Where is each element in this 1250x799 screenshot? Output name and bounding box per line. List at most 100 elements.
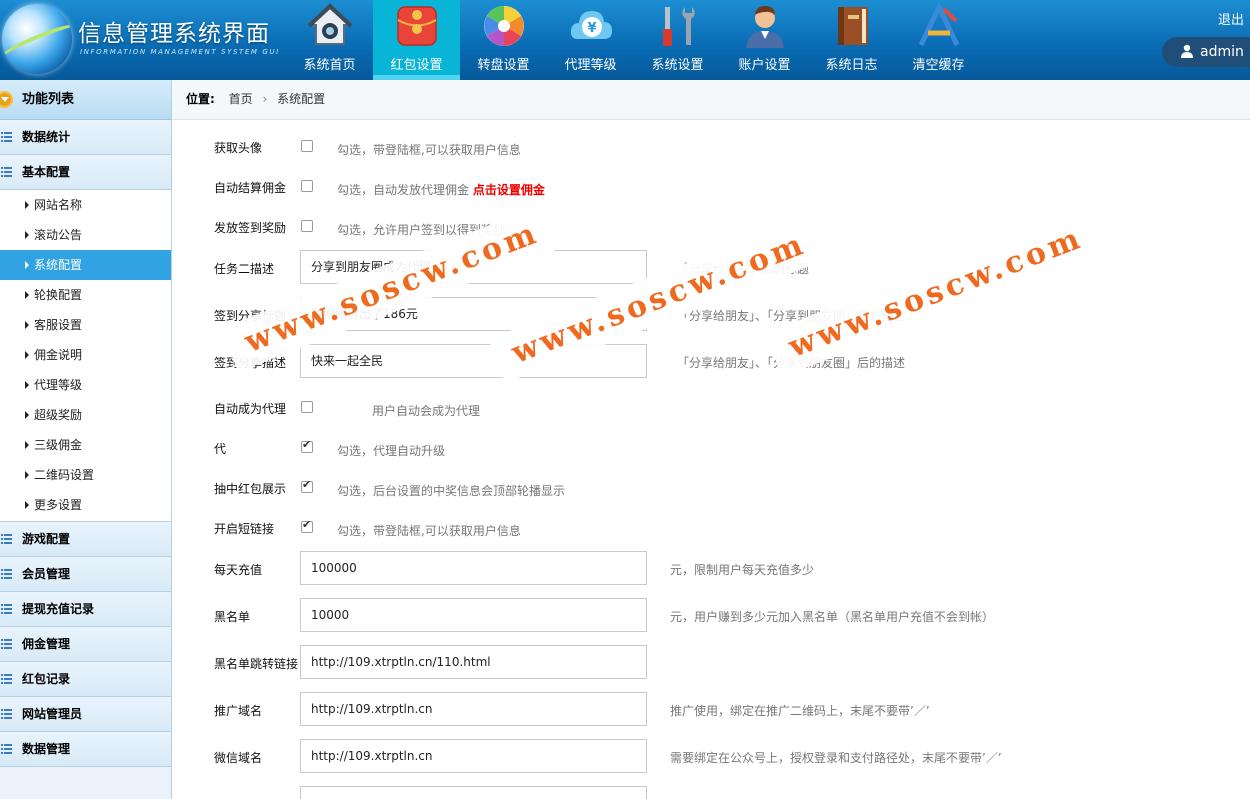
- nav-system-log[interactable]: 系统日志: [808, 0, 895, 80]
- prize-checkbox[interactable]: [301, 478, 313, 493]
- blacklist-label: 黑名单: [214, 610, 251, 624]
- app-title: 信息管理系统界面: [78, 21, 270, 47]
- nav-label: 转盘设置: [477, 58, 530, 73]
- sidebar-item-rotation[interactable]: 轮换配置: [0, 280, 171, 310]
- nav-system-settings[interactable]: 系统设置: [634, 0, 721, 80]
- signin-checkbox[interactable]: [301, 220, 313, 232]
- list-icon: [1, 604, 12, 614]
- wechat-label: 微信域名: [214, 751, 263, 765]
- sidebar-item-system-config[interactable]: 系统配置: [0, 250, 171, 280]
- clear-icon: [918, 3, 960, 47]
- list-icon: [1, 744, 12, 754]
- sidebar-section-redpacket[interactable]: 红包记录: [0, 662, 171, 697]
- avatar-checkbox[interactable]: [301, 140, 313, 152]
- sidebar-section-game[interactable]: 游戏配置: [0, 522, 171, 557]
- blacklink-input[interactable]: http://109.xtrptln.cn/110.html: [300, 645, 647, 679]
- list-icon: [1, 132, 12, 142]
- nav-clear-cache[interactable]: 清空缓存: [895, 0, 982, 80]
- sidebar-item-agent-level[interactable]: 代理等级: [0, 370, 171, 400]
- nav-home[interactable]: 系统首页: [286, 0, 373, 80]
- sidebar-item-commission-info[interactable]: 佣金说明: [0, 340, 171, 370]
- share-desc-input[interactable]: 快来一起全民: [300, 344, 647, 378]
- user-icon: [746, 6, 784, 48]
- top-nav: 系统首页 红包设置 转盘设置 ¥ 代理等级 系统设置 账户设置 系统日志 清空缓…: [286, 0, 982, 80]
- daily-label: 每天充值: [214, 563, 263, 577]
- shortlink-hint: 勾选，带登陆框,可以获取用户信息: [337, 524, 521, 538]
- sidebar-item-super-reward[interactable]: 超级奖励: [0, 400, 171, 430]
- share-desc-label: 签到分享描述: [214, 356, 287, 370]
- sidebar-section-withdraw[interactable]: 提现充值记录: [0, 592, 171, 627]
- upgrade-checkbox[interactable]: [301, 438, 313, 453]
- user-menu[interactable]: admin: [1162, 37, 1250, 67]
- prize-hint: 勾选，后台设置的中奖信息会顶部轮播显示: [337, 484, 566, 498]
- breadcrumb-home[interactable]: 首页: [229, 92, 253, 106]
- upgrade-hint: 勾选，代理自动升级: [337, 444, 446, 458]
- chevron-right-icon: ›: [262, 92, 268, 106]
- daily-input[interactable]: 100000: [300, 551, 647, 585]
- sidebar-section-basic[interactable]: 基本配置: [0, 155, 171, 190]
- auto-agent-checkbox[interactable]: [301, 401, 313, 413]
- sidebar-section-label: 佣金管理: [22, 637, 71, 651]
- avatar-label: 获取头像: [214, 141, 263, 155]
- share-title-label: 签到分享标题: [214, 309, 287, 323]
- blacklink-label: 黑名单跳转链接: [214, 657, 299, 671]
- breadcrumb-current: 系统配置: [277, 92, 326, 106]
- sidebar-item-site-name[interactable]: 网站名称: [0, 190, 171, 220]
- promo-label: 推广域名: [214, 704, 263, 718]
- yen-cloud-icon: ¥: [570, 11, 612, 39]
- nav-wheel[interactable]: 转盘设置: [460, 0, 547, 80]
- sidebar-section-commission[interactable]: 佣金管理: [0, 627, 171, 662]
- sidebar-section-label: 游戏配置: [22, 532, 71, 546]
- auto-agent-label: 自动成为代理: [214, 402, 287, 416]
- commission-hint: 勾选，自动发放代理佣金: [337, 183, 470, 197]
- sidebar-item-qrcode[interactable]: 二维码设置: [0, 460, 171, 490]
- header: 信息管理系统界面 INFORMATION MANAGEMENT SYSTEM G…: [0, 0, 1250, 80]
- sidebar-section-stats[interactable]: 数据统计: [0, 120, 171, 155]
- home-icon: [307, 3, 353, 45]
- list-icon: [1, 674, 12, 684]
- share-title-input[interactable]: 我刚刚拆出了186元: [300, 297, 647, 331]
- daily-hint: 元，限制用户每天充值多少: [670, 563, 815, 577]
- wechat-hint: 需要绑定在公众号上，授权登录和支付路径处，末尾不要带’／’: [670, 751, 1002, 765]
- globe-logo-icon: [2, 4, 72, 74]
- wechat-input[interactable]: http://109.xtrptln.cn: [300, 739, 647, 773]
- book-icon: [838, 7, 868, 45]
- task-desc-hint: 「分享给朋友」后的标题: [677, 262, 810, 276]
- nav-label: 系统设置: [651, 58, 704, 73]
- nav-label: 红包设置: [390, 58, 443, 73]
- prize-label: 抽中红包展示: [214, 482, 287, 496]
- task-desc-input[interactable]: 分享到朋友圈成为代理: [300, 250, 647, 284]
- sidebar-title: 功能列表: [22, 92, 75, 107]
- sidebar-section-members[interactable]: 会员管理: [0, 557, 171, 592]
- sidebar-item-more[interactable]: 更多设置: [0, 490, 171, 520]
- nav-label: 账户设置: [738, 58, 791, 73]
- sidebar-header[interactable]: 功能列表: [0, 80, 171, 120]
- sidebar-section-label: 会员管理: [22, 567, 71, 581]
- watermark: www.soscw.com: [765, 208, 1108, 377]
- sidebar-section-label: 红包记录: [22, 672, 71, 686]
- sidebar-item-announcement[interactable]: 滚动公告: [0, 220, 171, 250]
- logout-link[interactable]: 退出: [1218, 9, 1244, 28]
- set-commission-link[interactable]: 点击设置佣金: [473, 183, 545, 197]
- sidebar-item-customer-service[interactable]: 客服设置: [0, 310, 171, 340]
- nav-label: 系统首页: [303, 58, 356, 73]
- list-icon: [1, 569, 12, 579]
- blacklist-input[interactable]: 10000: [300, 598, 647, 632]
- auto-agent-hint: 用户自动会成为代理: [372, 404, 481, 418]
- username: admin: [1200, 44, 1244, 60]
- list-icon: [1, 167, 12, 177]
- sidebar-item-three-level[interactable]: 三级佣金: [0, 430, 171, 460]
- next-input[interactable]: [300, 786, 647, 799]
- nav-label: 清空缓存: [912, 58, 965, 73]
- nav-account-settings[interactable]: 账户设置: [721, 0, 808, 80]
- sidebar-sublist: 网站名称 滚动公告 系统配置 轮换配置 客服设置 佣金说明 代理等级 超级奖励 …: [0, 190, 171, 522]
- shortlink-checkbox[interactable]: [301, 518, 313, 533]
- nav-red-envelope[interactable]: 红包设置: [373, 0, 460, 80]
- sidebar-section-admins[interactable]: 网站管理员: [0, 697, 171, 732]
- user-icon: [1181, 44, 1193, 58]
- promo-input[interactable]: http://109.xtrptln.cn: [300, 692, 647, 726]
- sidebar-section-data[interactable]: 数据管理: [0, 732, 171, 767]
- nav-agent-level[interactable]: ¥ 代理等级: [547, 0, 634, 80]
- svg-text:¥: ¥: [587, 21, 596, 36]
- commission-checkbox[interactable]: [301, 180, 313, 192]
